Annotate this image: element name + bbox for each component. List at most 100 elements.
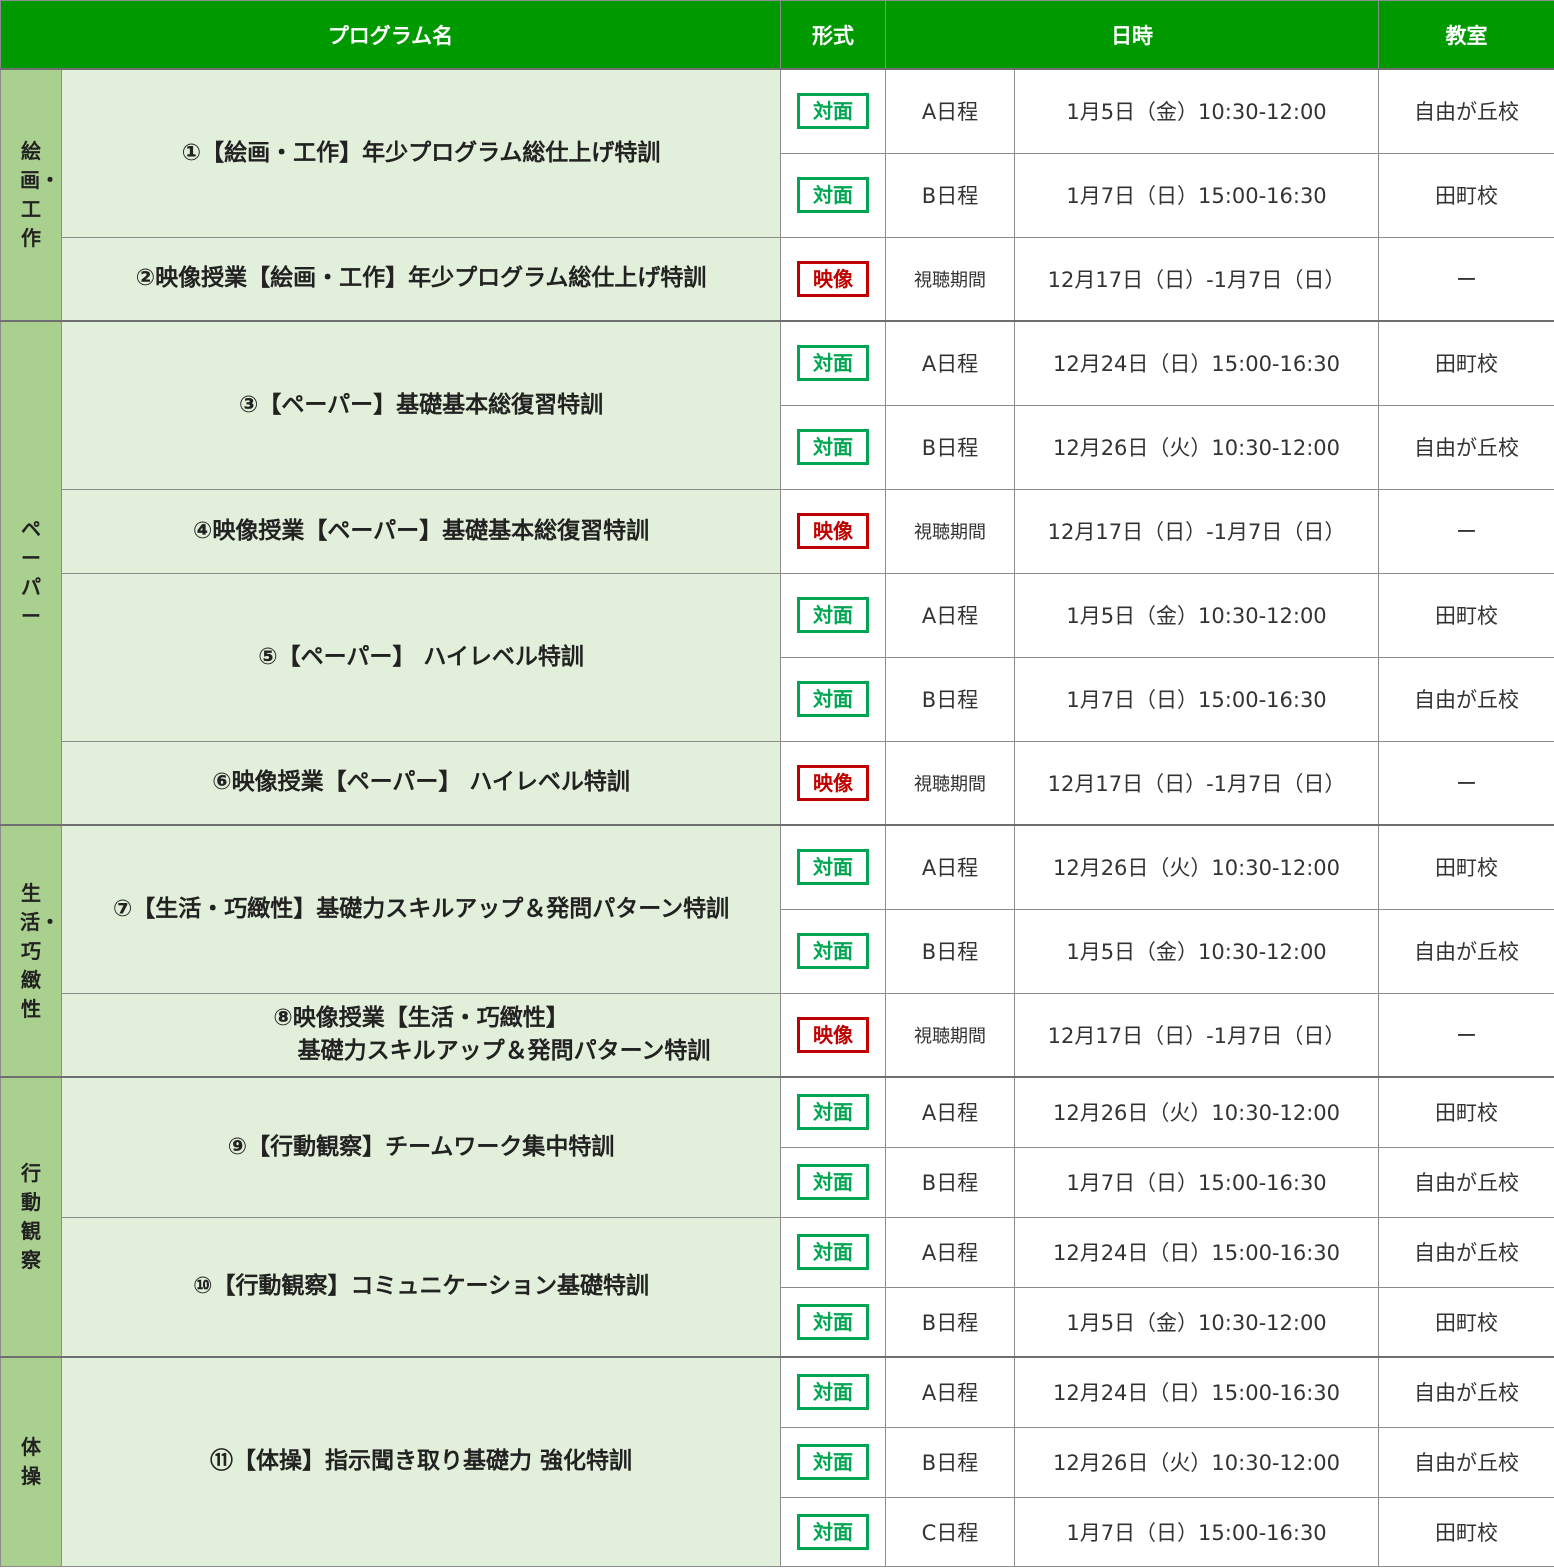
session-cell: B日程	[885, 908, 1015, 994]
session-cell: A日程	[885, 824, 1015, 910]
datetime-cell: 1月7日（日）15:00-16:30	[1014, 656, 1379, 742]
program-name-cell: ④映像授業【ペーパー】基礎基本総復習特訓	[61, 488, 781, 574]
program-name: ⑥映像授業【ペーパー】 ハイレベル特訓	[212, 769, 630, 796]
video-badge: 映像	[797, 1016, 869, 1053]
face-to-face-badge: 対面	[797, 1094, 869, 1131]
room-cell: 自由が丘校	[1378, 1216, 1554, 1288]
table-row: 絵画・工作 ①【絵画・工作】年少プログラム総仕上げ特訓 対面 A日程 1月5日（金）10…	[0, 68, 1554, 322]
session-cell: B日程	[885, 152, 1015, 238]
face-to-face-badge: 対面	[797, 1513, 869, 1550]
datetime-cell: 12月26日（火）10:30-12:00	[1014, 404, 1379, 490]
program-name-cell: ⑪【体操】指示聞き取り基礎力 強化特訓	[61, 1356, 781, 1567]
session-cell: 視聴期間	[885, 992, 1015, 1078]
format-cell: 対面	[780, 572, 886, 658]
format-cell: 対面	[780, 404, 886, 490]
room-cell: 田町校	[1378, 320, 1554, 406]
room-cell: 自由が丘校	[1378, 656, 1554, 742]
format-cell: 対面	[780, 824, 886, 910]
session-cell: A日程	[885, 1356, 1015, 1428]
category-label: ペーパー	[21, 517, 41, 628]
category-cell: 絵画・工作	[0, 68, 62, 322]
program-name: ①【絵画・工作】年少プログラム総仕上げ特訓	[181, 139, 661, 166]
datetime-cell: 12月17日（日）-1月7日（日）	[1014, 740, 1379, 826]
video-badge: 映像	[797, 260, 869, 297]
face-to-face-badge: 対面	[797, 1374, 869, 1411]
program-name: ⑧映像授業【生活・巧緻性】	[273, 1004, 569, 1031]
datetime-cell: 12月24日（日）15:00-16:30	[1014, 1356, 1379, 1428]
program-name-cell: ⑧映像授業【生活・巧緻性】 基礎力スキルアップ＆発問パターン特訓	[61, 992, 781, 1078]
format-cell: 映像	[780, 992, 886, 1078]
face-to-face-badge: 対面	[797, 933, 869, 969]
program-name-cell: ⑩【行動観察】コミュニケーション基礎特訓	[61, 1216, 781, 1358]
face-to-face-badge: 対面	[797, 429, 869, 465]
table-row: 体操 ⑪【体操】指示聞き取り基礎力 強化特訓 対面 A日程 12月24日（日）15:00…	[0, 1356, 1554, 1567]
room-cell: ー	[1378, 992, 1554, 1078]
header-format: 形式	[780, 0, 886, 70]
session-cell: B日程	[885, 1426, 1015, 1498]
header-program: プログラム名	[0, 0, 781, 70]
table-row: ⑧映像授業【生活・巧緻性】 基礎力スキルアップ＆発問パターン特訓 映像 視聴期間 12月…	[1, 992, 1554, 1078]
format-cell: 対面	[780, 1076, 886, 1148]
format-cell: 対面	[780, 1356, 886, 1428]
room-cell: 自由が丘校	[1378, 1146, 1554, 1218]
datetime-cell: 12月26日（火）10:30-12:00	[1014, 1426, 1379, 1498]
table-row: ④映像授業【ペーパー】基礎基本総復習特訓 映像 視聴期間 12月17日（日）-1月7日…	[1, 488, 1554, 574]
datetime-cell: 12月17日（日）-1月7日（日）	[1014, 488, 1379, 574]
face-to-face-badge: 対面	[797, 1303, 869, 1340]
program-name-cell: ⑥映像授業【ペーパー】 ハイレベル特訓	[61, 740, 781, 826]
table-row: ②映像授業【絵画・工作】年少プログラム総仕上げ特訓 映像 視聴期間 12月17日（日）…	[1, 236, 1554, 322]
session-cell: A日程	[885, 68, 1015, 154]
video-badge: 映像	[797, 764, 869, 801]
datetime-cell: 1月7日（日）15:00-16:30	[1014, 1496, 1379, 1567]
format-cell: 対面	[780, 152, 886, 238]
face-to-face-badge: 対面	[797, 597, 869, 633]
category-label: 絵画・工作	[20, 139, 60, 250]
program-name: ③【ペーパー】基礎基本総復習特訓	[238, 391, 604, 418]
format-cell: 映像	[780, 236, 886, 322]
format-cell: 対面	[780, 1286, 886, 1358]
video-badge: 映像	[797, 513, 869, 549]
program-name-cell: ⑤【ペーパー】 ハイレベル特訓	[61, 572, 781, 742]
format-cell: 対面	[780, 68, 886, 154]
datetime-cell: 1月7日（日）15:00-16:30	[1014, 152, 1379, 238]
face-to-face-badge: 対面	[797, 345, 869, 382]
table-row: 行動観察 ⑨【行動観察】チームワーク集中特訓 対面 A日程 12月26日（火）10:30…	[0, 1076, 1554, 1358]
category-cell: 行動観察	[0, 1076, 62, 1358]
face-to-face-badge: 対面	[797, 1234, 869, 1270]
schedule-table: プログラム名 形式 日時 教室 絵画・工作 ①【絵画・工作】年少プログラム総仕上げ…	[0, 0, 1554, 1567]
datetime-cell: 12月24日（日）15:00-16:30	[1014, 1216, 1379, 1288]
room-cell: 田町校	[1378, 572, 1554, 658]
face-to-face-badge: 対面	[797, 681, 869, 717]
face-to-face-badge: 対面	[797, 1444, 869, 1480]
program-name-cell: ③【ペーパー】基礎基本総復習特訓	[61, 320, 781, 490]
room-cell: 田町校	[1378, 152, 1554, 238]
datetime-cell: 12月26日（火）10:30-12:00	[1014, 824, 1379, 910]
table-row: 生活・巧緻性 ⑦【生活・巧緻性】基礎力スキルアップ＆発問パターン特訓 対面 A日程 12…	[0, 824, 1554, 1078]
face-to-face-badge: 対面	[797, 1164, 869, 1200]
session-cell: A日程	[885, 1076, 1015, 1148]
format-cell: 対面	[780, 908, 886, 994]
room-cell: ー	[1378, 740, 1554, 826]
room-cell: 田町校	[1378, 1496, 1554, 1567]
program-name: ④映像授業【ペーパー】基礎基本総復習特訓	[192, 517, 650, 544]
datetime-cell: 1月5日（金）10:30-12:00	[1014, 68, 1379, 154]
face-to-face-badge: 対面	[797, 849, 869, 886]
datetime-cell: 1月5日（金）10:30-12:00	[1014, 572, 1379, 658]
table-row: ⑤【ペーパー】 ハイレベル特訓 対面 A日程 1月5日（金）10:30-12:00 田町…	[1, 572, 1554, 742]
face-to-face-badge: 対面	[797, 177, 869, 213]
datetime-cell: 1月7日（日）15:00-16:30	[1014, 1146, 1379, 1218]
program-name-cell: ⑨【行動観察】チームワーク集中特訓	[61, 1076, 781, 1218]
format-cell: 対面	[780, 1496, 886, 1567]
room-cell: 自由が丘校	[1378, 1356, 1554, 1428]
category-label: 体操	[21, 1434, 41, 1488]
room-cell: 田町校	[1378, 824, 1554, 910]
category-label: 生活・巧緻性	[20, 880, 60, 1021]
session-cell: B日程	[885, 1146, 1015, 1218]
header-row: プログラム名 形式 日時 教室	[0, 0, 1554, 70]
session-cell: B日程	[885, 1286, 1015, 1358]
room-cell: 自由が丘校	[1378, 908, 1554, 994]
category-cell: 体操	[0, 1356, 62, 1567]
header-room: 教室	[1378, 0, 1554, 70]
room-cell: 自由が丘校	[1378, 1426, 1554, 1498]
face-to-face-badge: 対面	[797, 93, 869, 130]
